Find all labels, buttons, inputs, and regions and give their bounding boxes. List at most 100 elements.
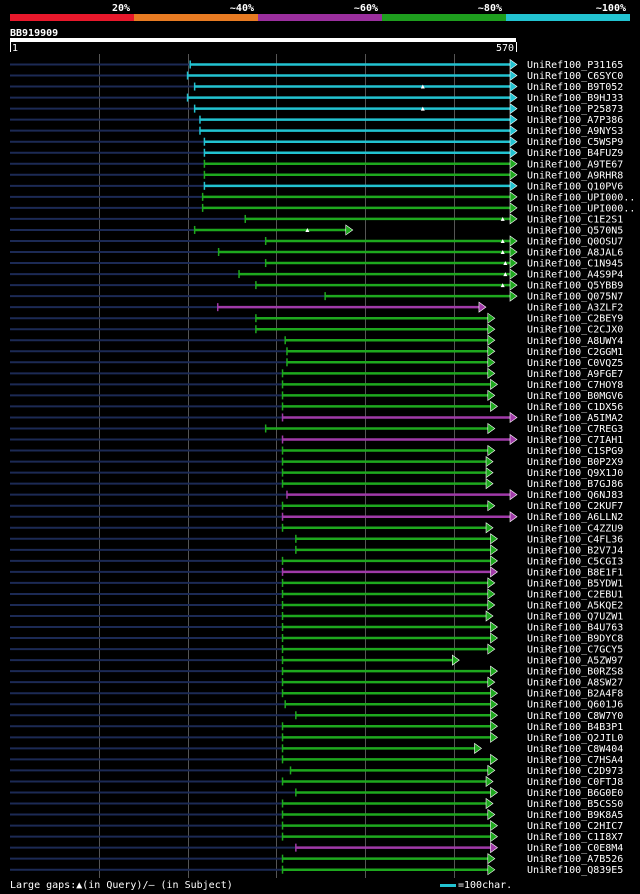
hit-arrowhead bbox=[487, 588, 496, 600]
hit-arrowhead bbox=[490, 819, 498, 832]
hit-row: UniRef100_P31165 bbox=[10, 58, 623, 71]
hit-arrowhead bbox=[509, 147, 518, 159]
hit-arrowhead bbox=[509, 290, 518, 302]
scale-segment bbox=[10, 14, 134, 21]
hit-label: UniRef100_A9TE67 bbox=[527, 159, 623, 170]
hit-label: UniRef100_A4S9P4 bbox=[527, 270, 623, 281]
hit-row: UniRef100_A9RHR8 bbox=[10, 169, 623, 181]
hit-arrowhead bbox=[485, 775, 494, 788]
hit-arrowhead bbox=[490, 698, 498, 710]
hit-label: UniRef100_B5YDW1 bbox=[527, 578, 623, 589]
hit-row: UniRef100_Q2JIL0 bbox=[10, 731, 623, 744]
hit-row: UniRef100_C2EBU1 bbox=[10, 588, 623, 600]
hit-row: UniRef100_Q601J6 bbox=[10, 698, 623, 711]
hit-arrowhead bbox=[487, 764, 496, 777]
hit-row: UniRef100_C7IAH1 bbox=[10, 433, 623, 446]
hit-row: UniRef100_C7GCY5 bbox=[10, 643, 623, 656]
hit-label: UniRef100_B0P2X9 bbox=[527, 457, 623, 468]
hit-row: UniRef100_A3ZLF2 bbox=[10, 301, 623, 314]
hit-label: UniRef100_A7B526 bbox=[527, 854, 623, 865]
identity-scale-bar bbox=[10, 14, 630, 21]
hit-row: UniRef100_B4B3P1 bbox=[10, 720, 623, 733]
hit-arrowhead bbox=[490, 665, 498, 677]
hit-arrowhead bbox=[509, 257, 518, 269]
hit-arrowhead bbox=[490, 709, 498, 721]
hit-arrowhead bbox=[509, 80, 518, 93]
hit-label: UniRef100_C4FL36 bbox=[527, 534, 623, 545]
hit-row: UniRef100_B0RZS8 bbox=[10, 665, 623, 678]
hit-arrowhead bbox=[509, 511, 518, 523]
hit-row: UniRef100_B0P2X9 bbox=[10, 455, 623, 468]
hit-label: UniRef100_A6LLN2 bbox=[527, 512, 623, 523]
hit-arrowhead bbox=[509, 136, 518, 148]
hit-label: UniRef100_C7IAH1 bbox=[527, 435, 623, 446]
hit-arrowhead bbox=[509, 213, 518, 225]
hit-label: UniRef100_B9K8A5 bbox=[527, 810, 623, 821]
hit-row: UniRef100_C7REG3 bbox=[10, 422, 623, 435]
hit-label: UniRef100_C5WSP9 bbox=[527, 137, 623, 148]
hit-row: UniRef100_A4S9P4 bbox=[10, 268, 623, 281]
hit-arrowhead bbox=[485, 467, 494, 479]
hit-arrowhead bbox=[474, 742, 483, 754]
hit-arrowhead bbox=[487, 389, 496, 401]
hit-row: UniRef100_Q5YBB9 bbox=[10, 279, 623, 292]
hit-arrowhead bbox=[509, 279, 518, 291]
query-id: BB919909 bbox=[10, 28, 58, 39]
hit-label: UniRef100_C2GGM1 bbox=[527, 347, 623, 358]
hit-label: UniRef100_C1E2S1 bbox=[527, 214, 623, 225]
hit-label: UniRef100_Q839E5 bbox=[527, 865, 623, 876]
scale-segment bbox=[382, 14, 506, 21]
hit-label: UniRef100_B4U763 bbox=[527, 623, 623, 634]
query-start-label: 1 bbox=[12, 43, 18, 54]
hit-arrowhead bbox=[490, 533, 498, 545]
hit-row: UniRef100_B9HJ33 bbox=[10, 92, 623, 104]
hit-row: UniRef100_C1SPG9 bbox=[10, 444, 623, 457]
hit-row: UniRef100_Q7UZW1 bbox=[10, 610, 623, 623]
alignment-chart: 20% ~40% ~60% ~80% ~100% BB919909 1 570 UniR… bbox=[10, 3, 635, 878]
hit-label: UniRef100_C1I8X7 bbox=[527, 832, 623, 843]
hit-row: UniRef100_C1N945 bbox=[10, 257, 623, 270]
scale-segment bbox=[506, 14, 630, 21]
hit-label: UniRef100_A5IMA2 bbox=[527, 413, 623, 424]
hit-row: UniRef100_B7GJ86 bbox=[10, 478, 623, 490]
hit-arrowhead bbox=[490, 378, 498, 390]
hit-arrowhead bbox=[509, 103, 518, 115]
scale-legend: =100char. bbox=[440, 880, 512, 891]
scale-label: ~60% bbox=[354, 3, 378, 14]
hit-arrowhead bbox=[487, 422, 496, 435]
hit-arrowhead bbox=[509, 191, 518, 203]
hit-row: UniRef100_C2CJX0 bbox=[10, 323, 623, 336]
hit-row: UniRef100_C6SYC0 bbox=[10, 69, 623, 82]
hit-label: UniRef100_C1N945 bbox=[527, 259, 623, 270]
hit-label: UniRef100_Q570N5 bbox=[527, 225, 623, 236]
hit-arrowhead bbox=[490, 831, 498, 843]
hit-arrowhead bbox=[509, 69, 518, 82]
hit-label: UniRef100_C2CJX0 bbox=[527, 325, 623, 336]
hit-row: UniRef100_A5IMA2 bbox=[10, 411, 623, 424]
hit-arrowhead bbox=[490, 544, 498, 556]
scale-segment bbox=[258, 14, 382, 21]
hit-arrowhead bbox=[509, 125, 518, 137]
hit-label: UniRef100_Q6NJ83 bbox=[527, 490, 623, 501]
hit-row: UniRef100_B4FUZ9 bbox=[10, 147, 623, 159]
hit-row: UniRef100_B4U763 bbox=[10, 621, 623, 634]
hit-label: UniRef100_B0RZS8 bbox=[527, 667, 623, 678]
scale-label: ~100% bbox=[596, 3, 626, 14]
hit-label: UniRef100_Q601J6 bbox=[527, 700, 623, 711]
hit-arrowhead bbox=[490, 555, 498, 567]
hit-arrowhead bbox=[509, 489, 518, 501]
hit-arrowhead bbox=[487, 808, 496, 821]
hit-label: UniRef100_Q5YBB9 bbox=[527, 281, 623, 292]
hit-label: UniRef100_B6G0E0 bbox=[527, 788, 623, 799]
hit-label: UniRef100_C1SPG9 bbox=[527, 446, 623, 457]
hit-arrowhead bbox=[509, 411, 518, 424]
hit-label: UniRef100_C8W404 bbox=[527, 744, 623, 755]
hit-label: UniRef100_Q2JIL0 bbox=[527, 733, 623, 744]
hit-row: UniRef100_A7B526 bbox=[10, 853, 623, 865]
hit-row: UniRef100_C8W404 bbox=[10, 742, 623, 755]
hit-label: UniRef100_C2HIC7 bbox=[527, 821, 623, 832]
hit-arrowhead bbox=[485, 522, 494, 534]
hit-arrowhead bbox=[485, 610, 494, 622]
hit-arrowhead bbox=[490, 720, 498, 732]
hit-row: UniRef100_UPI000.. bbox=[10, 202, 635, 214]
